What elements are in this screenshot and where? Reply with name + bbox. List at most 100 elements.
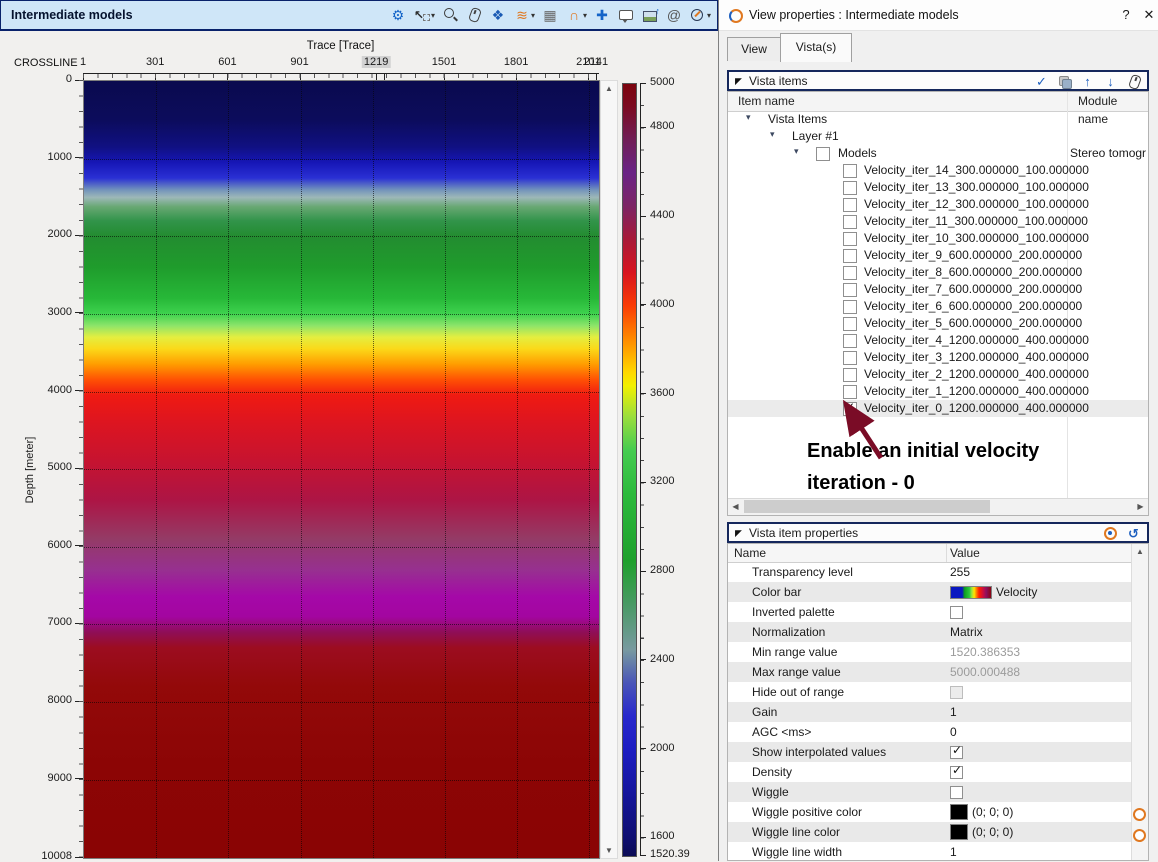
property-row[interactable]: Wiggle line width 1 <box>728 842 1132 862</box>
tab-view[interactable]: View <box>727 37 781 61</box>
item-checkbox[interactable]: ✓ <box>843 402 857 416</box>
property-value[interactable]: (0; 0; 0) <box>972 822 1013 842</box>
property-row[interactable]: Normalization Matrix <box>728 622 1132 642</box>
item-checkbox[interactable] <box>843 198 857 212</box>
tree-row[interactable]: ✓ Velocity_iter_0_1200.000000_400.000000 <box>728 400 1148 417</box>
scroll-right-icon[interactable]: ▶ <box>1133 499 1148 514</box>
dropdown-arrow-icon[interactable]: ▾ <box>431 11 435 20</box>
expand-arrow-icon[interactable]: ▾ <box>770 129 775 140</box>
section-collapse-icon[interactable]: ◤ <box>735 73 742 90</box>
image-export-icon[interactable] <box>642 4 659 26</box>
wiggle-display-icon[interactable]: ≋ ▾ <box>514 4 535 26</box>
measure-icon[interactable]: @ <box>666 4 683 26</box>
vista-items-header[interactable]: ◤ Vista items ✓↑↓ <box>727 70 1149 91</box>
move-down-icon[interactable]: ↓ <box>1103 74 1118 89</box>
settings-gear-icon[interactable]: ⚙ <box>390 4 407 26</box>
tree-row[interactable]: ▾ Layer #1 <box>728 128 1148 145</box>
move-up-icon[interactable]: ↑ <box>1080 74 1095 89</box>
scrollbar-thumb[interactable] <box>744 500 990 513</box>
scroll-down-icon[interactable]: ▼ <box>601 843 617 858</box>
column-item-name[interactable]: Item name <box>738 92 795 110</box>
tree-row[interactable]: Velocity_iter_8_600.000000_200.000000 <box>728 264 1148 281</box>
scroll-up-icon[interactable]: ▲ <box>601 81 617 96</box>
property-checkbox[interactable] <box>950 786 963 799</box>
trace-table-icon[interactable]: ▦ <box>542 4 559 26</box>
tree-row[interactable]: Velocity_iter_3_1200.000000_400.000000 <box>728 349 1148 366</box>
apply-check-icon[interactable]: ✓ <box>1034 74 1049 89</box>
plot-vertical-scrollbar[interactable]: ▲ ▼ <box>600 80 618 859</box>
dropdown-arrow-icon[interactable]: ▾ <box>707 11 711 20</box>
close-icon[interactable]: ✕ <box>1139 0 1158 30</box>
property-row[interactable]: Density ✓ <box>728 762 1132 782</box>
property-value[interactable]: Matrix <box>950 622 983 642</box>
property-value[interactable]: 1 <box>950 702 957 722</box>
property-value[interactable]: 0 <box>950 722 957 742</box>
dropdown-arrow-icon[interactable]: ▾ <box>531 11 535 20</box>
tree-row[interactable]: Velocity_iter_1_1200.000000_400.000000 <box>728 383 1148 400</box>
expand-arrow-icon[interactable]: ▾ <box>794 146 799 157</box>
property-row[interactable]: Color bar Velocity <box>728 582 1132 602</box>
property-row[interactable]: Show interpolated values ✓ <box>728 742 1132 762</box>
expand-arrow-icon[interactable]: ▾ <box>746 112 751 123</box>
copy-items-icon[interactable] <box>1057 74 1072 89</box>
compass-icon[interactable]: ▾ <box>690 4 711 26</box>
tab-vistas[interactable]: Vista(s) <box>780 33 852 62</box>
item-checkbox[interactable] <box>843 232 857 246</box>
property-value[interactable]: 255 <box>950 562 970 582</box>
property-value[interactable]: 1 <box>950 842 957 862</box>
target-icon[interactable] <box>1103 526 1118 541</box>
tree-row[interactable]: ▾ Models Stereo tomogr <box>728 145 1148 162</box>
property-row[interactable]: Inverted palette <box>728 602 1132 622</box>
item-checkbox[interactable] <box>843 249 857 263</box>
help-button[interactable]: ? <box>1115 0 1137 30</box>
property-color-swatch[interactable] <box>950 586 992 599</box>
item-checkbox[interactable] <box>816 147 830 161</box>
item-checkbox[interactable] <box>843 351 857 365</box>
item-checkbox[interactable] <box>843 266 857 280</box>
tree-row[interactable]: Velocity_iter_12_300.000000_100.000000 <box>728 196 1148 213</box>
velocity-image[interactable] <box>83 80 600 859</box>
tree-row[interactable]: Velocity_iter_4_1200.000000_400.000000 <box>728 332 1148 349</box>
selection-mode-icon[interactable]: ▾ <box>414 4 435 26</box>
reset-icon[interactable]: ↺ <box>1126 526 1141 541</box>
property-row[interactable]: Hide out of range <box>728 682 1132 702</box>
mouse-actions-icon[interactable] <box>1126 74 1141 89</box>
tree-row[interactable]: Velocity_iter_11_300.000000_100.000000 <box>728 213 1148 230</box>
item-checkbox[interactable] <box>843 317 857 331</box>
tree-row[interactable]: Velocity_iter_9_600.000000_200.000000 <box>728 247 1148 264</box>
property-color-swatch[interactable] <box>950 804 968 820</box>
property-value[interactable]: Velocity <box>996 582 1037 602</box>
property-row[interactable]: Gain 1 <box>728 702 1132 722</box>
property-checkbox[interactable]: ✓ <box>950 766 963 779</box>
comment-icon[interactable] <box>618 4 635 26</box>
property-row[interactable]: Wiggle positive color (0; 0; 0) <box>728 802 1132 822</box>
item-checkbox[interactable] <box>843 334 857 348</box>
layers-icon[interactable]: ❖ <box>490 4 507 26</box>
scroll-left-icon[interactable]: ◀ <box>728 499 743 514</box>
property-checkbox[interactable] <box>950 686 963 699</box>
vista-item-properties-header[interactable]: ◤ Vista item properties ↺ <box>727 522 1149 543</box>
item-checkbox[interactable] <box>843 164 857 178</box>
tree-row[interactable]: Velocity_iter_5_600.000000_200.000000 <box>728 315 1148 332</box>
property-color-swatch[interactable] <box>950 824 968 840</box>
histogram-icon[interactable]: ∩ ▾ <box>566 4 587 26</box>
tree-row[interactable]: Velocity_iter_14_300.000000_100.000000 <box>728 162 1148 179</box>
property-row[interactable]: Wiggle <box>728 782 1132 802</box>
item-checkbox[interactable] <box>843 368 857 382</box>
item-checkbox[interactable] <box>843 181 857 195</box>
item-checkbox[interactable] <box>843 283 857 297</box>
tree-row[interactable]: Velocity_iter_2_1200.000000_400.000000 <box>728 366 1148 383</box>
column-name[interactable]: Name <box>734 544 766 562</box>
tree-row[interactable]: Velocity_iter_7_600.000000_200.000000 <box>728 281 1148 298</box>
item-checkbox[interactable] <box>843 385 857 399</box>
crosshair-icon[interactable]: ✚ <box>594 4 611 26</box>
property-value[interactable]: (0; 0; 0) <box>972 802 1013 822</box>
dropdown-arrow-icon[interactable]: ▾ <box>583 11 587 20</box>
zoom-icon[interactable] <box>442 4 459 26</box>
item-checkbox[interactable] <box>843 300 857 314</box>
tree-row[interactable]: Velocity_iter_13_300.000000_100.000000 <box>728 179 1148 196</box>
property-checkbox[interactable]: ✓ <box>950 746 963 759</box>
property-row[interactable]: Max range value 5000.000488 <box>728 662 1132 682</box>
section-collapse-icon[interactable]: ◤ <box>735 525 742 542</box>
property-value[interactable]: 5000.000488 <box>950 662 1020 682</box>
